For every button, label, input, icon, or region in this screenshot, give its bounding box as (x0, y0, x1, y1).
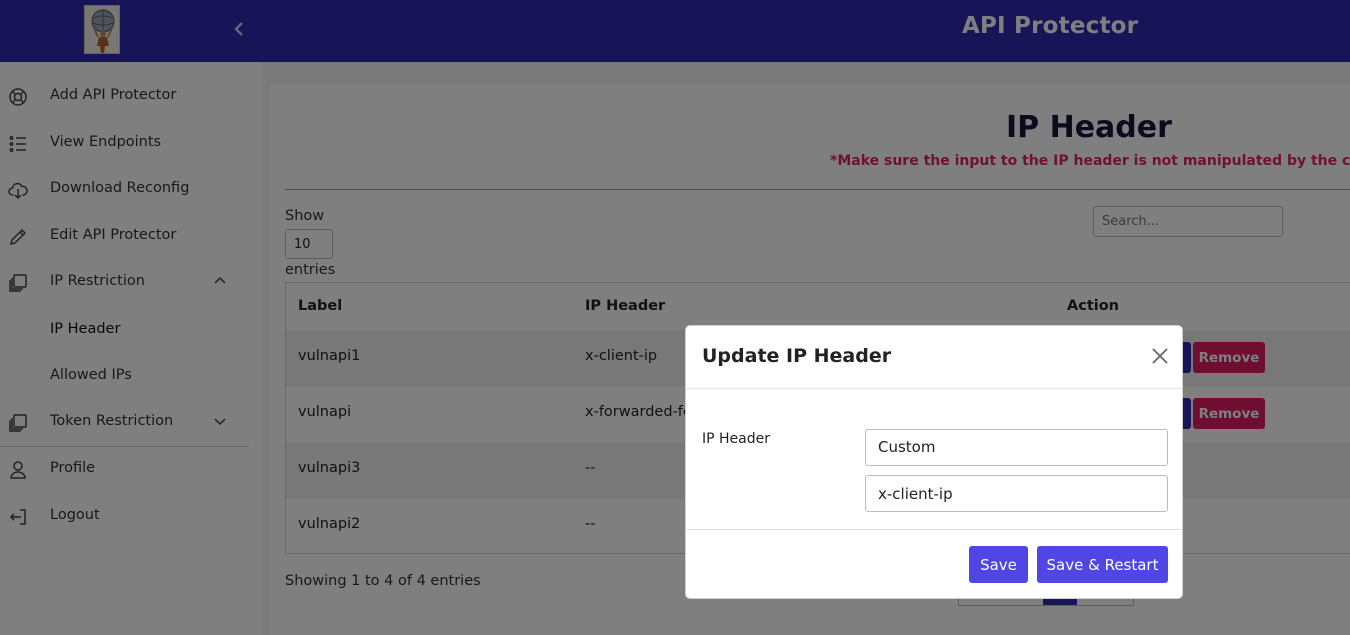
save-and-restart-button[interactable]: Save & Restart (1037, 546, 1168, 583)
update-ip-header-modal: Update IP Header IP Header Custom Save S… (685, 325, 1183, 599)
close-icon[interactable] (1150, 346, 1170, 366)
ip-header-type-select[interactable]: Custom (865, 429, 1168, 466)
modal-header-divider (686, 388, 1182, 389)
save-button[interactable]: Save (969, 546, 1028, 583)
modal-footer-divider (686, 529, 1182, 530)
custom-ip-header-input[interactable] (865, 475, 1168, 512)
modal-title: Update IP Header (702, 345, 892, 367)
ip-header-field-label: IP Header (702, 431, 770, 447)
